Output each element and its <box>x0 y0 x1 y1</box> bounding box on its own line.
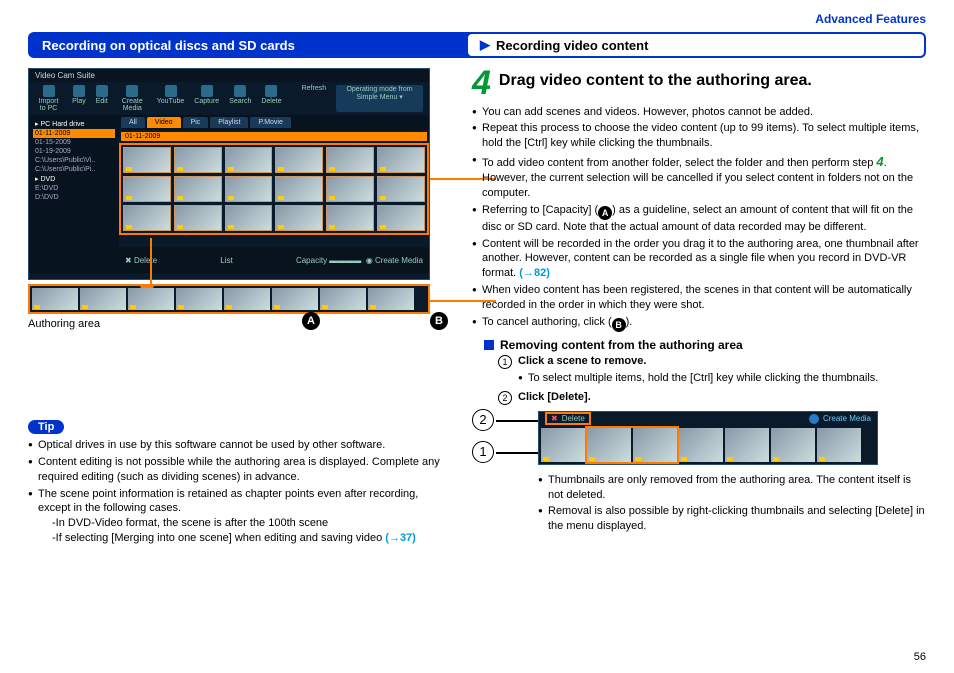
thumbnail-selection-highlight <box>585 426 679 464</box>
marker-b-inline: B <box>612 318 626 332</box>
remove-after-note: Removal is also possible by right-clicki… <box>538 504 926 534</box>
page-title-bar: Recording on optical discs and SD cards … <box>28 32 926 58</box>
square-bullet-icon <box>484 340 494 350</box>
remove-step1-note: To select multiple items, hold the [Ctrl… <box>518 371 878 386</box>
page-number: 56 <box>914 651 926 663</box>
remove-step1: Click a scene to remove. <box>518 355 878 367</box>
authoring-area-label: Authoring area <box>28 318 100 330</box>
step-number: 4 <box>472 68 491 99</box>
bar-left-title: Recording on optical discs and SD cards <box>28 38 468 53</box>
callout-circle-1: 1 <box>472 441 494 463</box>
tip-item: Optical drives in use by this software c… <box>28 438 448 453</box>
disc-icon <box>809 414 819 424</box>
remove-after-note: Thumbnails are only removed from the aut… <box>538 473 926 503</box>
tip-item: The scene point information is retained … <box>28 487 448 546</box>
tip-section: Tip Optical drives in use by this softwa… <box>28 420 448 546</box>
app-window-title: Video Cam Suite <box>29 69 429 82</box>
tip-item: Content editing is not possible while th… <box>28 455 448 485</box>
triangle-icon: ▶ <box>480 37 490 53</box>
remove-heading: Removing content from the authoring area <box>500 338 743 352</box>
section-link[interactable]: Advanced Features <box>28 12 926 26</box>
authoring-area-strip <box>28 284 430 314</box>
step-notes: You can add scenes and videos. However, … <box>472 105 926 332</box>
step-title: Drag video content to the authoring area… <box>499 72 812 90</box>
step-circle-1: 1 <box>498 355 512 369</box>
delete-button-highlight: ✖Delete <box>545 412 591 425</box>
tip-badge: Tip <box>28 420 64 434</box>
page-ref-link[interactable]: (→82) <box>519 267 550 279</box>
bar-right-title: ▶ Recording video content <box>468 34 924 56</box>
remove-step2: Click [Delete]. <box>518 391 591 403</box>
marker-a-inline: A <box>598 206 612 220</box>
app-screenshot: Video Cam Suite Import to PC Play Edit C… <box>28 68 430 280</box>
authoring-delete-screenshot: ✖Delete Create Media <box>538 411 878 465</box>
marker-b: B <box>430 312 448 330</box>
app-sidebar: ▸ PC Hard drive 01-11-2009 01-15-2009 01… <box>29 115 119 273</box>
page-ref-link[interactable]: (→37) <box>385 532 416 544</box>
callout-circle-2: 2 <box>472 409 494 431</box>
bar-right-text: Recording video content <box>496 38 648 53</box>
app-main-panel: All Video Pic Playlist P.Movie 01-11-200… <box>119 115 429 273</box>
step-circle-2: 2 <box>498 391 512 405</box>
marker-a: A <box>302 312 320 330</box>
app-toolbar: Import to PC Play Edit Create Media YouT… <box>29 82 429 115</box>
